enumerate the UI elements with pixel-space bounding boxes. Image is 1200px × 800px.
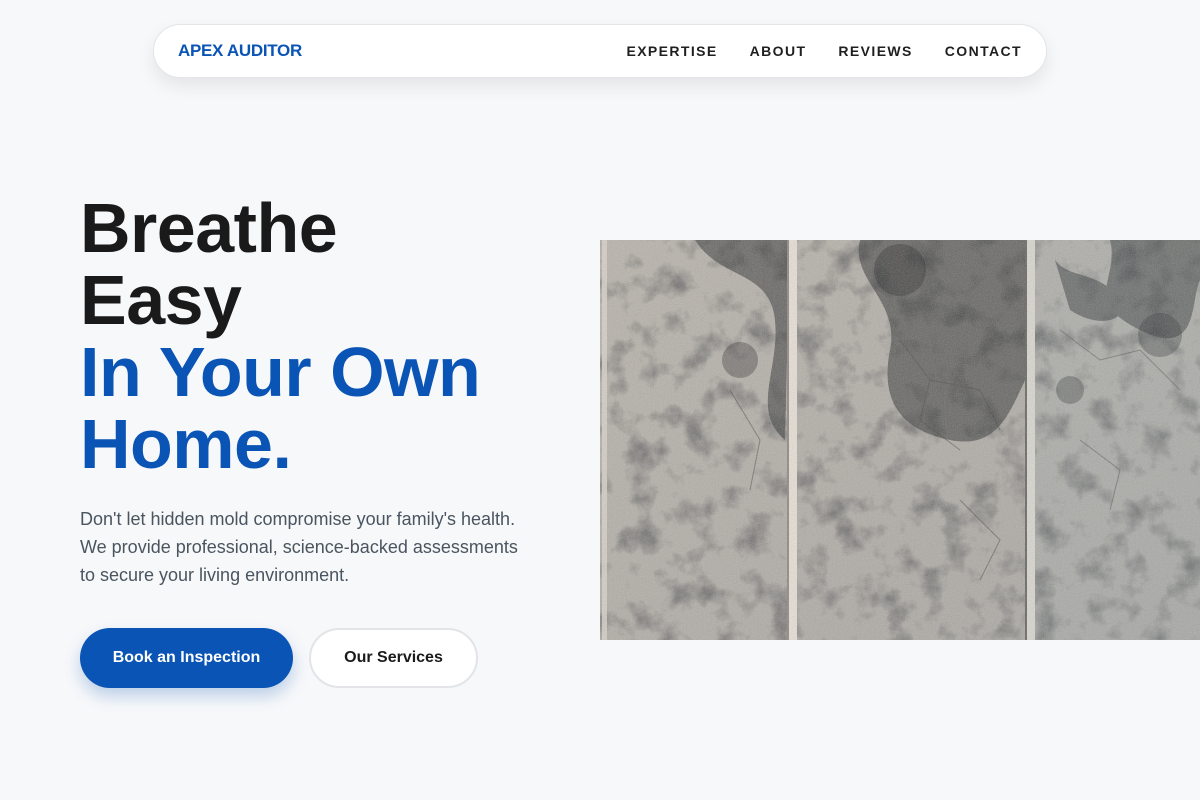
hero-title-line-4: Home. [80, 405, 292, 483]
hero-title: Breathe Easy In Your Own Home. [80, 189, 481, 483]
nav-link-contact[interactable]: CONTACT [945, 43, 1022, 59]
hero-title-line-3: In Your Own [80, 333, 481, 411]
page: APEX AUDITOR EXPERTISE ABOUT REVIEWS CON… [0, 0, 1200, 800]
nav-links: EXPERTISE ABOUT REVIEWS CONTACT [594, 43, 1022, 59]
brand-logo[interactable]: APEX AUDITOR [178, 41, 302, 61]
nav-link-about[interactable]: ABOUT [750, 43, 807, 59]
hero-description: Don't let hidden mold compromise your fa… [80, 509, 518, 585]
nav-link-expertise[interactable]: EXPERTISE [626, 43, 717, 59]
hero-title-line-1: Breathe [80, 189, 338, 267]
hero-image-mold-wall [600, 240, 1200, 640]
top-navigation: APEX AUDITOR EXPERTISE ABOUT REVIEWS CON… [153, 24, 1047, 78]
nav-link-reviews[interactable]: REVIEWS [838, 43, 912, 59]
hero-title-line-2: Easy [80, 261, 242, 339]
book-inspection-button[interactable]: Book an Inspection [80, 628, 293, 688]
our-services-button[interactable]: Our Services [309, 628, 478, 688]
